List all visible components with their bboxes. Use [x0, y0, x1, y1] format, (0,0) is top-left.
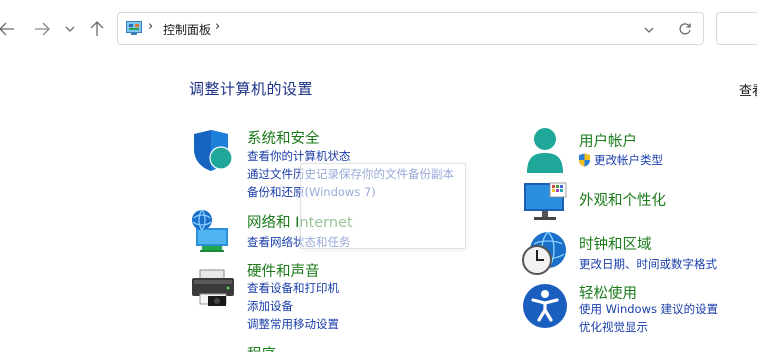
- navigation-bar: › 控制面板 ›: [0, 0, 757, 58]
- category-programs[interactable]: 程序: [247, 343, 276, 352]
- category-hardware-sound[interactable]: 硬件和声音: [247, 260, 320, 281]
- printer-icon[interactable]: [190, 268, 236, 312]
- category-ease-of-access[interactable]: 轻松使用: [579, 282, 637, 303]
- link-view-computer-status[interactable]: 查看你的计算机状态: [247, 148, 351, 164]
- monitor-icon[interactable]: [522, 181, 570, 227]
- view-by-label[interactable]: 查看: [739, 80, 757, 99]
- user-icon[interactable]: [522, 127, 568, 179]
- uac-shield-icon: [578, 152, 591, 171]
- arrow-left-icon: [0, 22, 15, 36]
- up-button[interactable]: [84, 16, 110, 42]
- programs-icon[interactable]: [190, 346, 236, 352]
- link-add-device[interactable]: 添加设备: [247, 298, 293, 314]
- link-mobility-settings[interactable]: 调整常用移动设置: [247, 316, 339, 332]
- breadcrumb-control-panel[interactable]: 控制面板: [163, 21, 211, 38]
- chevron-down-icon: [65, 25, 75, 33]
- forward-button[interactable]: [29, 16, 55, 42]
- shield-icon[interactable]: [190, 127, 236, 177]
- link-change-account-type[interactable]: 更改帐户类型: [594, 152, 663, 168]
- accessibility-icon[interactable]: [522, 283, 568, 333]
- refresh-icon: [678, 21, 692, 40]
- back-button[interactable]: [0, 16, 20, 42]
- address-bar[interactable]: › 控制面板 ›: [117, 12, 704, 45]
- tooltip-overlay: [300, 163, 466, 249]
- arrow-right-icon: [34, 22, 50, 36]
- breadcrumb-separator[interactable]: ›: [215, 19, 220, 34]
- recent-locations-button[interactable]: [57, 16, 83, 42]
- category-system-security[interactable]: 系统和安全: [247, 127, 320, 148]
- link-view-devices-printers[interactable]: 查看设备和打印机: [247, 280, 339, 296]
- clock-globe-icon[interactable]: [520, 230, 570, 282]
- address-history-button[interactable]: [643, 21, 655, 40]
- control-panel-window: › 控制面板 › 调整计算机的设置 查看 系统和安全: [0, 0, 757, 352]
- link-windows-suggested-settings[interactable]: 使用 Windows 建议的设置: [579, 301, 718, 317]
- link-change-date-time-format[interactable]: 更改日期、时间或数字格式: [579, 256, 717, 272]
- network-globe-icon[interactable]: [190, 208, 236, 258]
- category-appearance-personalization[interactable]: 外观和个性化: [579, 189, 666, 210]
- category-user-accounts[interactable]: 用户帐户: [579, 130, 637, 151]
- link-optimize-visual-display[interactable]: 优化视觉显示: [579, 319, 648, 335]
- search-input[interactable]: [716, 12, 757, 45]
- page-title: 调整计算机的设置: [189, 80, 314, 98]
- control-panel-icon: [126, 21, 142, 36]
- refresh-button[interactable]: [678, 21, 692, 40]
- breadcrumb-separator[interactable]: ›: [148, 19, 153, 34]
- chevron-down-icon: [643, 21, 655, 40]
- arrow-up-icon: [90, 21, 104, 37]
- category-clock-region[interactable]: 时钟和区域: [579, 233, 652, 254]
